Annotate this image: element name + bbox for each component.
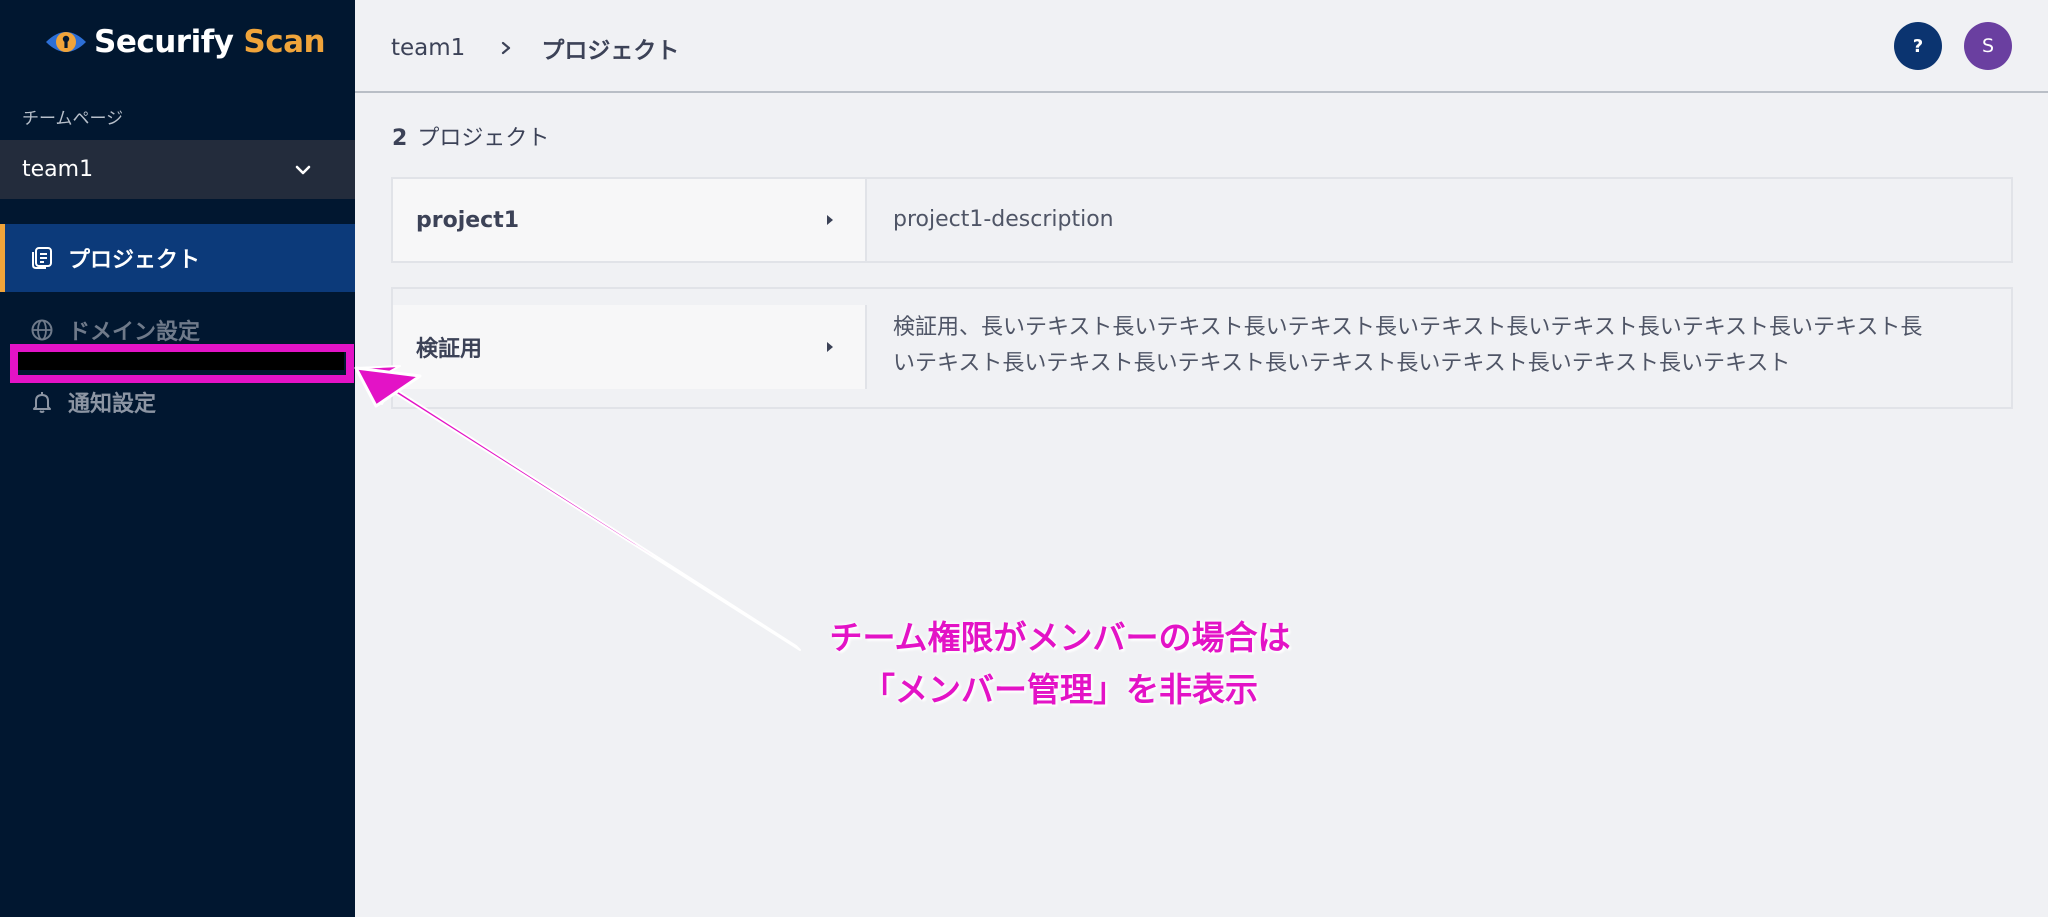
annotation-arrow xyxy=(355,365,801,651)
annotation-highlight-box xyxy=(10,344,354,383)
annotation-line-1: チーム権限がメンバーの場合は xyxy=(829,618,1291,657)
annotation-text: チーム権限がメンバーの場合は 「メンバー管理」を非表示 xyxy=(780,612,1340,716)
annotation-overlay xyxy=(10,344,801,651)
annotation-line-2: 「メンバー管理」を非表示 xyxy=(862,670,1258,709)
